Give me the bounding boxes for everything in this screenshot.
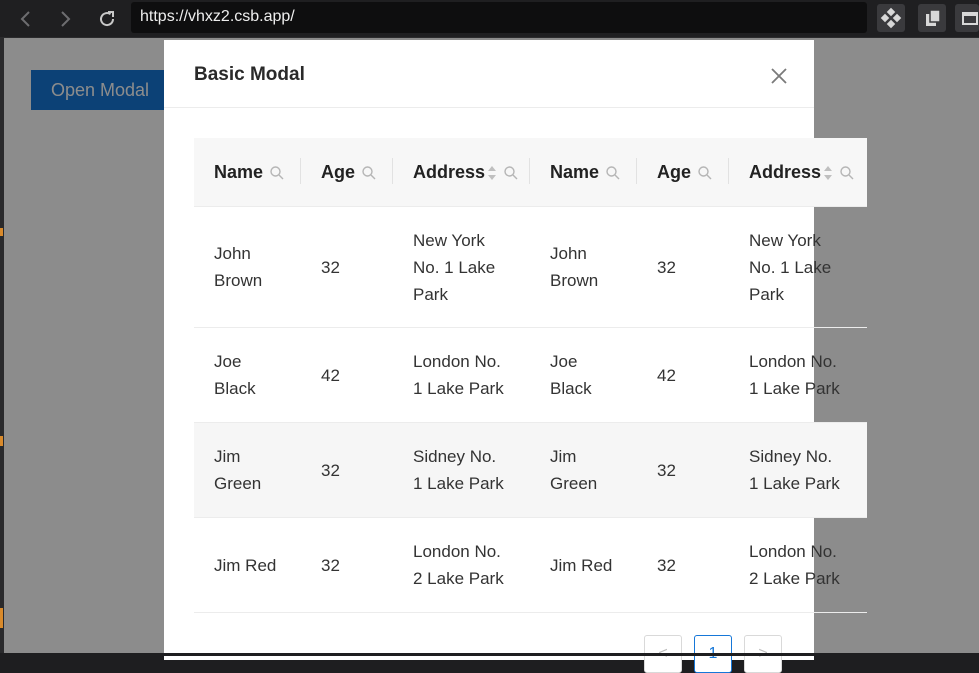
url-bar[interactable]: https://vhxz2.csb.app/ [131,2,867,33]
copy-icon[interactable] [918,4,946,32]
table-cell: Jim Red [530,517,637,613]
column-header-name: Name [530,138,637,207]
modal-title: Basic Modal [194,64,305,85]
table-cell: Sidney No. 1 Lake Park [393,422,530,518]
table-cell: John Brown [194,206,301,328]
table-row[interactable]: Jim Red 32 London No. 2 Lake Park Jim Red 32… [194,517,867,613]
table-cell: 32 [637,206,729,328]
table-row[interactable]: Jim Green 32 Sidney No. 1 Lake Park Jim Gre… [194,422,867,518]
table-cell: 32 [637,517,729,613]
table-cell: London No. 2 Lake Park [729,517,867,613]
table-cell: Jim Green [194,422,301,518]
table-cell: Joe Black [530,327,637,423]
column-header-label: Age [321,161,356,182]
column-header-label: Name [214,161,264,182]
table-cell: 32 [301,206,393,328]
browser-toolbar: https://vhxz2.csb.app/ [0,0,979,38]
table-cell: Sidney No. 1 Lake Park [729,422,867,518]
table-cell: 32 [301,422,393,518]
table-row[interactable]: John Brown 32 New York No. 1 Lake Park John… [194,206,867,328]
modal-dialog: Basic Modal Name Age Address Name Age Ad… [164,40,867,673]
search-icon[interactable] [361,165,377,181]
search-icon[interactable] [605,165,621,181]
column-header-label: Address [749,161,822,182]
table-cell: London No. 2 Lake Park [393,517,530,613]
table-cell: 32 [637,422,729,518]
column-header-address[interactable]: Address [393,138,530,207]
table-cell: Jim Red [194,517,301,613]
table-cell: 32 [301,517,393,613]
column-header-name: Name [194,138,301,207]
sort-icon[interactable] [487,164,497,182]
column-header-address[interactable]: Address [729,138,867,207]
reload-icon[interactable] [96,8,118,30]
column-header-age: Age [637,138,729,207]
table-header-row: Name Age Address Name Age Address [194,138,867,207]
table-cell: New York No. 1 Lake Park [729,206,867,328]
modal-header: Basic Modal [164,40,814,108]
search-icon[interactable] [503,165,519,181]
back-icon[interactable] [15,8,37,30]
data-table: Name Age Address Name Age Address John B… [194,138,867,613]
url-text: https://vhxz2.csb.app/ [140,8,295,25]
table-cell: London No. 1 Lake Park [393,327,530,423]
search-icon[interactable] [269,165,285,181]
sort-icon[interactable] [823,164,833,182]
table-row[interactable]: Joe Black 42 London No. 1 Lake Park Joe Bla… [194,327,867,423]
extensions-icon[interactable] [877,4,905,32]
table-cell: John Brown [530,206,637,328]
table-cell: Joe Black [194,327,301,423]
close-icon[interactable] [769,66,789,86]
table-cell: 42 [637,327,729,423]
column-header-label: Name [550,161,600,182]
table-cell: Jim Green [530,422,637,518]
forward-icon[interactable] [54,8,76,30]
search-icon[interactable] [839,165,855,181]
column-header-age: Age [301,138,393,207]
windows-icon[interactable] [955,4,979,32]
left-edge [0,38,4,656]
search-icon[interactable] [697,165,713,181]
column-header-label: Age [657,161,692,182]
table-cell: New York No. 1 Lake Park [393,206,530,328]
column-header-label: Address [413,161,486,182]
table-cell: London No. 1 Lake Park [729,327,867,423]
table-cell: 42 [301,327,393,423]
